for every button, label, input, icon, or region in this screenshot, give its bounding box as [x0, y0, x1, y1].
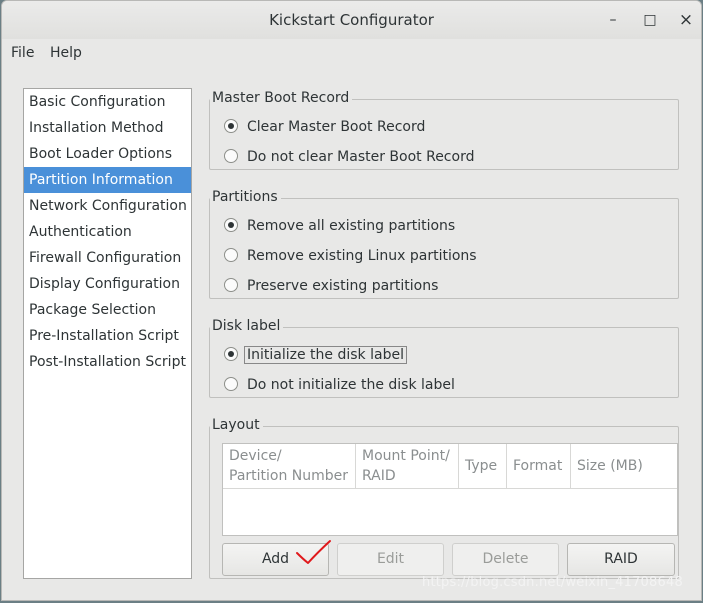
layout-title: Layout: [210, 417, 263, 433]
sidebar-item-post-installation-script[interactable]: Post-Installation Script: [24, 349, 191, 375]
table-header: Device/ Partition Number Mount Point/ RA…: [223, 444, 677, 489]
partition-table[interactable]: Device/ Partition Number Mount Point/ RA…: [222, 443, 678, 536]
sidebar-item-basic-configuration[interactable]: Basic Configuration: [24, 89, 191, 115]
maximize-icon[interactable]: □: [639, 9, 661, 31]
mbr-title: Master Boot Record: [210, 90, 353, 106]
partitions-option-remove-linux-label: Remove existing Linux partitions: [247, 248, 477, 264]
menu-bar: File Help: [2, 39, 701, 67]
sidebar-item-display-configuration[interactable]: Display Configuration: [24, 271, 191, 297]
radio-icon[interactable]: [224, 248, 238, 262]
raid-button[interactable]: RAID: [567, 543, 675, 576]
sidebar-item-boot-loader-options[interactable]: Boot Loader Options: [24, 141, 191, 167]
title-bar[interactable]: Kickstart Configurator – □ ×: [2, 1, 701, 40]
sidebar-item-partition-information[interactable]: Partition Information: [24, 167, 191, 193]
partitions-title: Partitions: [210, 189, 281, 205]
sidebar-item-package-selection[interactable]: Package Selection: [24, 297, 191, 323]
radio-icon[interactable]: [224, 149, 238, 163]
focus-label: Initialize the disk label: [244, 346, 407, 364]
disk-label-title: Disk label: [210, 318, 284, 334]
column-type[interactable]: Type: [459, 444, 507, 488]
disk-label-option-do-not-initialize-label: Do not initialize the disk label: [247, 377, 455, 393]
minimize-icon[interactable]: –: [602, 9, 624, 31]
disk-label-option-initialize-label: Initialize the disk label: [244, 344, 407, 366]
partitions-option-remove-all-label: Remove all existing partitions: [247, 218, 456, 234]
app-window: Kickstart Configurator – □ × File Help B…: [1, 0, 702, 601]
column-mount-point-raid[interactable]: Mount Point/ RAID: [356, 444, 459, 488]
watermark-text: https://blog.csdn.net/weixin_41708648: [422, 575, 683, 590]
sidebar-item-network-configuration[interactable]: Network Configuration: [24, 193, 191, 219]
mbr-option-clear-label: Clear Master Boot Record: [247, 119, 426, 135]
window-title: Kickstart Configurator: [269, 11, 434, 29]
partitions-option-preserve-label: Preserve existing partitions: [247, 278, 439, 294]
column-format[interactable]: Format: [507, 444, 571, 488]
red-checkmark-annotation-icon: [296, 540, 331, 564]
radio-selected-icon[interactable]: [224, 218, 238, 232]
sidebar-item-authentication[interactable]: Authentication: [24, 219, 191, 245]
close-icon[interactable]: ×: [675, 9, 697, 31]
radio-icon[interactable]: [224, 377, 238, 391]
radio-icon[interactable]: [224, 278, 238, 292]
sidebar-item-installation-method[interactable]: Installation Method: [24, 115, 191, 141]
sidebar-item-firewall-configuration[interactable]: Firewall Configuration: [24, 245, 191, 271]
mbr-option-do-not-clear-label: Do not clear Master Boot Record: [247, 149, 475, 165]
radio-selected-icon[interactable]: [224, 347, 238, 361]
category-list: Basic Configuration Installation Method …: [23, 88, 192, 579]
delete-button[interactable]: Delete: [452, 543, 559, 576]
menu-file[interactable]: File: [11, 45, 34, 61]
menu-help[interactable]: Help: [50, 45, 82, 61]
edit-button[interactable]: Edit: [337, 543, 444, 576]
radio-selected-icon[interactable]: [224, 119, 238, 133]
column-size-mb[interactable]: Size (MB): [571, 444, 677, 488]
column-device-partition-number[interactable]: Device/ Partition Number: [223, 444, 356, 488]
sidebar-item-pre-installation-script[interactable]: Pre-Installation Script: [24, 323, 191, 349]
